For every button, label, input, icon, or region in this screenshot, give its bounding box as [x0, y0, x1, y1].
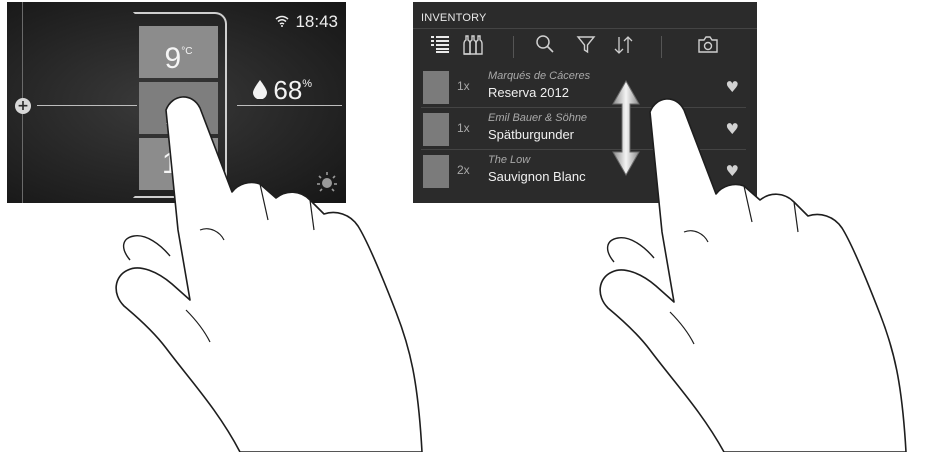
pointing-hand-illustration [115, 96, 423, 452]
filter-icon[interactable] [573, 34, 599, 60]
search-icon[interactable] [532, 34, 558, 60]
item-quantity: 1x [457, 121, 470, 135]
panel-title: INVENTORY [421, 12, 487, 24]
list-view-icon[interactable] [427, 34, 453, 60]
plus-circle-icon[interactable]: + [15, 98, 31, 114]
camera-icon[interactable] [695, 34, 721, 60]
item-producer: Emil Bauer & Söhne [488, 112, 588, 124]
bottles-icon[interactable] [459, 34, 485, 60]
item-wine-name: Spätburgunder [488, 127, 575, 142]
pointing-hand-illustration [599, 98, 907, 452]
status-bar: 18:43 [275, 12, 338, 32]
item-quantity: 2x [457, 163, 470, 177]
item-wine-name: Sauvignon Blanc [488, 169, 586, 184]
clock: 18:43 [295, 12, 338, 31]
item-wine-name: Reserva 2012 [488, 85, 569, 100]
temperature-value: 9 [164, 42, 182, 75]
title-divider [413, 28, 757, 29]
item-quantity: 1x [457, 79, 470, 93]
item-producer: The Low [488, 154, 531, 166]
temperature-unit: °C [181, 46, 193, 57]
sort-icon[interactable] [611, 34, 637, 60]
toolbar-separator [661, 36, 662, 58]
temperature-tile-top[interactable]: 9°C [139, 26, 218, 78]
wifi-icon [275, 15, 293, 31]
item-producer: Marqués de Cáceres [488, 70, 591, 82]
toolbar-separator [513, 36, 514, 58]
